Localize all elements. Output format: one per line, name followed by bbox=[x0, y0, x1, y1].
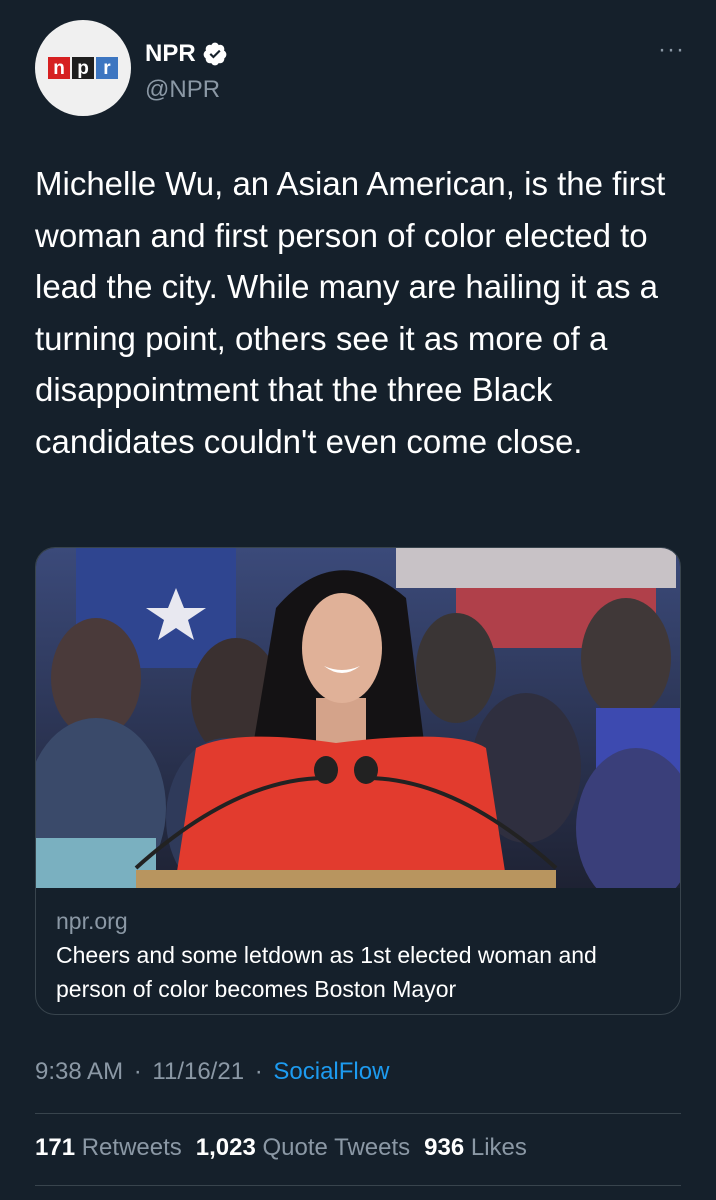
quote-tweets-label: Quote Tweets bbox=[262, 1134, 411, 1161]
divider bbox=[35, 1113, 681, 1114]
tweet-date[interactable]: 11/16/21 bbox=[152, 1058, 244, 1085]
retweets-stat[interactable]: 171 Retweets bbox=[35, 1134, 182, 1162]
likes-stat[interactable]: 936 Likes bbox=[424, 1134, 527, 1162]
engagement-stats: 171 Retweets 1,023 Quote Tweets 936 Like… bbox=[35, 1134, 527, 1162]
tweet-header: n p r NPR @NPR ··· bbox=[35, 20, 685, 120]
avatar[interactable]: n p r bbox=[35, 20, 131, 116]
likes-count: 936 bbox=[424, 1134, 465, 1161]
retweets-label: Retweets bbox=[81, 1134, 182, 1161]
card-photo bbox=[36, 548, 680, 888]
tweet-source-link[interactable]: SocialFlow bbox=[273, 1058, 389, 1085]
verified-badge-icon bbox=[203, 42, 227, 66]
quote-tweets-stat[interactable]: 1,023 Quote Tweets bbox=[196, 1134, 410, 1162]
likes-label: Likes bbox=[470, 1134, 527, 1161]
card-image bbox=[36, 548, 680, 888]
tweet-timestamp: 9:38 AM · 11/16/21 · SocialFlow bbox=[35, 1058, 389, 1086]
user-handle[interactable]: @NPR bbox=[145, 76, 220, 104]
tweet-text: Michelle Wu, an Asian American, is the f… bbox=[35, 165, 666, 460]
logo-letter-r: r bbox=[96, 57, 118, 79]
more-options-icon[interactable]: ··· bbox=[658, 36, 685, 64]
separator: · bbox=[133, 1058, 142, 1085]
divider bbox=[35, 1185, 681, 1186]
tweet-time[interactable]: 9:38 AM bbox=[35, 1058, 123, 1085]
logo-letter-n: n bbox=[48, 57, 70, 79]
quote-tweets-count: 1,023 bbox=[195, 1134, 256, 1161]
card-meta: npr.org Cheers and some letdown as 1st e… bbox=[56, 906, 660, 1006]
separator: · bbox=[254, 1058, 263, 1085]
retweets-count: 171 bbox=[35, 1134, 76, 1161]
card-domain: npr.org bbox=[56, 908, 128, 934]
npr-logo: n p r bbox=[48, 57, 118, 79]
link-card[interactable]: npr.org Cheers and some letdown as 1st e… bbox=[35, 547, 681, 1015]
logo-letter-p: p bbox=[72, 57, 94, 79]
name-row: NPR bbox=[145, 40, 228, 68]
card-title: Cheers and some letdown as 1st elected w… bbox=[56, 942, 597, 1002]
display-name[interactable]: NPR bbox=[145, 40, 196, 68]
